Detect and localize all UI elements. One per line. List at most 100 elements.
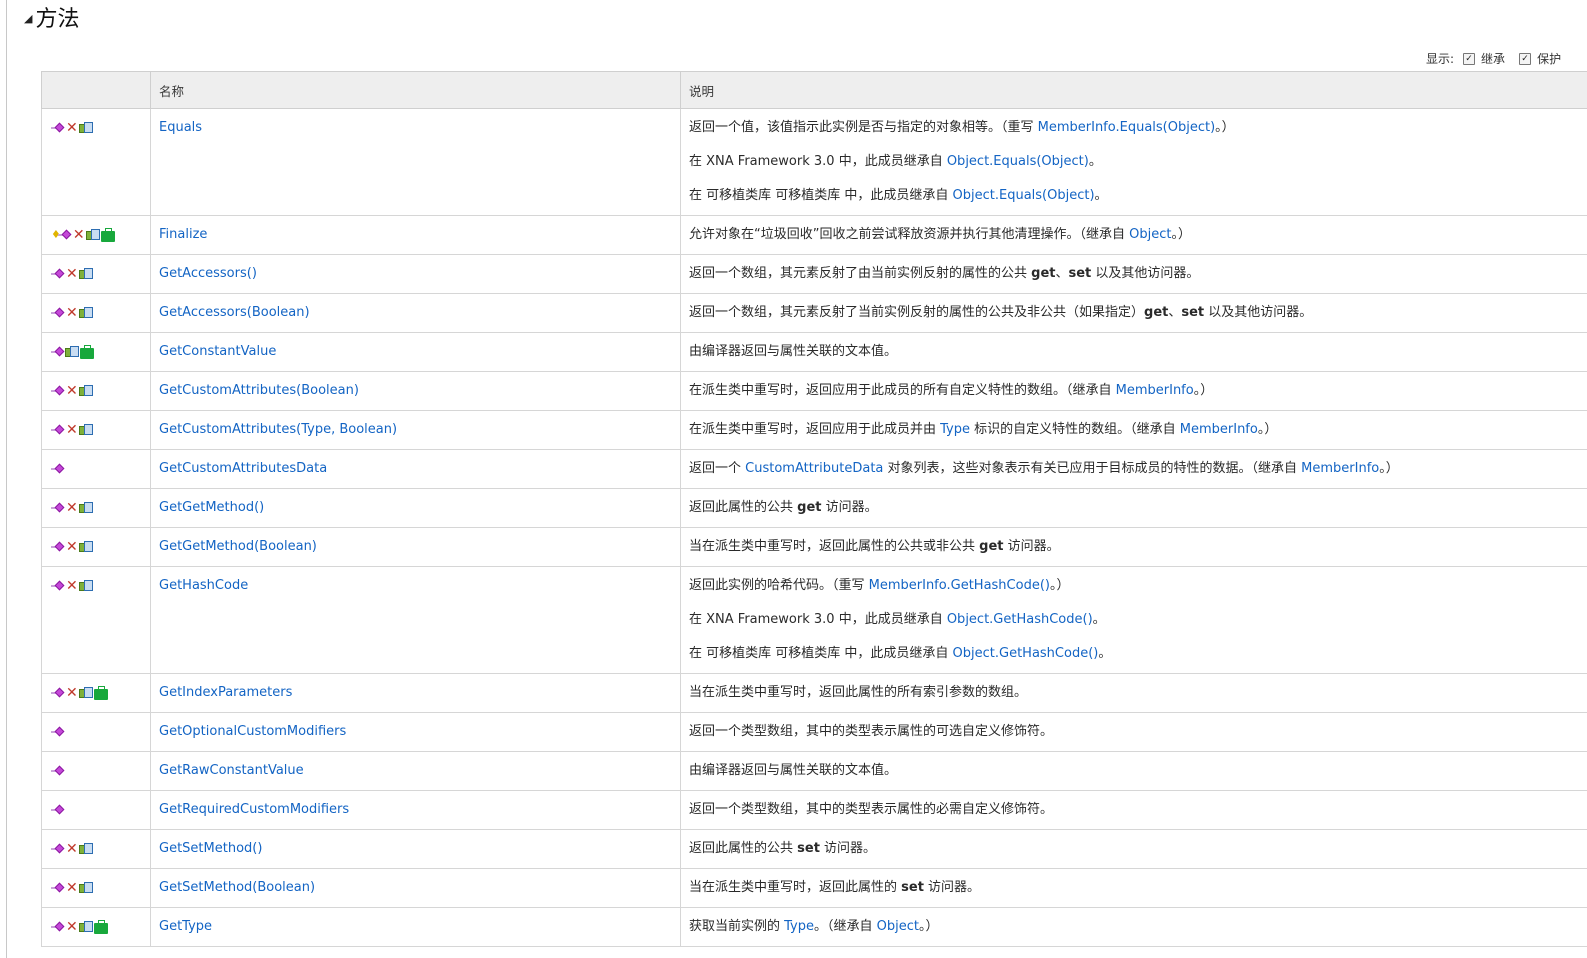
- description-link[interactable]: Object: [877, 919, 919, 934]
- description-text: 获取当前实例的: [689, 919, 785, 934]
- description-text: 。: [1094, 188, 1108, 203]
- description-link[interactable]: MemberInfo.Equals(Object): [1038, 120, 1216, 135]
- member-icons: ✕: [51, 265, 150, 283]
- member-description-cell: 返回一个数组，其元素反射了当前实例反射的属性的公共及非公共（如果指定）get、s…: [680, 293, 1587, 333]
- member-name-link[interactable]: GetAccessors(): [159, 266, 257, 281]
- member-description-cell: 返回此属性的公共 get 访问器。: [680, 488, 1587, 528]
- description-text: 。）: [1193, 383, 1214, 398]
- description-text: 当在派生类中重写时，返回此属性的: [689, 880, 902, 895]
- member-name-link[interactable]: GetHashCode: [159, 578, 248, 593]
- member-name-link[interactable]: GetType: [159, 919, 212, 934]
- description-paragraph: 在派生类中重写时，返回应用于此成员并由 Type 标识的自定义特性的数组。（继承…: [689, 421, 1587, 439]
- method-icon-group: [51, 424, 65, 436]
- member-icons-cell: ✕: [41, 371, 151, 411]
- compact-framework-x-icon: ✕: [66, 383, 78, 399]
- table-row: GetOptionalCustomModifiers 返回一个类型数组，其中的类型…: [41, 712, 1587, 752]
- filter-protected[interactable]: ✓ 保护: [1519, 50, 1561, 67]
- member-name-link[interactable]: GetSetMethod(): [159, 841, 262, 856]
- protected-checkbox[interactable]: ✓: [1519, 52, 1532, 65]
- description-link[interactable]: MemberInfo: [1301, 461, 1379, 476]
- member-name-link[interactable]: GetGetMethod(): [159, 500, 264, 515]
- method-icon-group: [51, 580, 65, 592]
- description-link[interactable]: Type: [940, 422, 970, 437]
- xna-framework-icon: [65, 346, 79, 358]
- member-name-link[interactable]: GetAccessors(Boolean): [159, 305, 310, 320]
- description-keyword: set: [1068, 266, 1092, 281]
- member-name-link[interactable]: Equals: [159, 120, 202, 135]
- member-name-link[interactable]: GetCustomAttributes(Boolean): [159, 383, 359, 398]
- method-icon-group: [51, 726, 65, 738]
- member-description-cell: 由编译器返回与属性关联的文本值。: [680, 751, 1587, 791]
- description-text: 访问器。: [821, 500, 878, 515]
- description-link[interactable]: Object.Equals(Object): [953, 188, 1095, 203]
- method-icon-group: [51, 921, 65, 933]
- description-text: 在 可移植类库 可移植类库 中，此成员继承自: [689, 646, 953, 661]
- description-text: 以及其他访问器。: [1204, 305, 1313, 320]
- member-name-cell: Finalize: [150, 215, 681, 255]
- description-paragraph: 返回一个值，该值指示此实例是否与指定的对象相等。（重写 MemberInfo.E…: [689, 119, 1587, 137]
- compact-framework-x-icon: ✕: [66, 919, 78, 935]
- description-text: 。）: [1379, 461, 1399, 476]
- member-name-cell: GetSetMethod(Boolean): [150, 868, 681, 908]
- inherited-checkbox[interactable]: ✓: [1463, 52, 1476, 65]
- description-keyword: get: [797, 500, 822, 515]
- member-icons: [51, 343, 150, 361]
- member-icons-cell: ✕: [41, 829, 151, 869]
- description-link[interactable]: MemberInfo: [1180, 422, 1258, 437]
- description-paragraph: 在 XNA Framework 3.0 中，此成员继承自 Object.GetH…: [689, 611, 1587, 629]
- description-link[interactable]: MemberInfo.GetHashCode(): [869, 578, 1050, 593]
- member-name-link[interactable]: GetRequiredCustomModifiers: [159, 802, 349, 817]
- protected-method-icon: [57, 229, 72, 241]
- member-name-link[interactable]: GetSetMethod(Boolean): [159, 880, 315, 895]
- member-icons: ✕: [51, 304, 150, 322]
- member-name-link[interactable]: GetRawConstantValue: [159, 763, 304, 778]
- member-name-link[interactable]: GetIndexParameters: [159, 685, 292, 700]
- public-method-icon: [51, 502, 65, 514]
- member-name-link[interactable]: GetCustomAttributesData: [159, 461, 327, 476]
- section-header-methods[interactable]: ◢ 方法: [24, 2, 79, 32]
- member-name-link[interactable]: GetGetMethod(Boolean): [159, 539, 317, 554]
- description-paragraph: 在 XNA Framework 3.0 中，此成员继承自 Object.Equa…: [689, 153, 1587, 171]
- description-link[interactable]: Object.Equals(Object): [947, 154, 1089, 169]
- description-paragraph: 在 可移植类库 可移植类库 中，此成员继承自 Object.GetHashCod…: [689, 645, 1587, 663]
- description-link[interactable]: Object.GetHashCode(): [953, 646, 1099, 661]
- method-icon-group: [51, 346, 65, 358]
- description-link[interactable]: Object.GetHashCode(): [947, 612, 1093, 627]
- member-name-link[interactable]: Finalize: [159, 227, 207, 242]
- description-text: 。）: [1049, 578, 1070, 593]
- description-text: 在派生类中重写时，返回应用于此成员并由: [689, 422, 941, 437]
- member-name-link[interactable]: GetConstantValue: [159, 344, 276, 359]
- member-icons-cell: ✕: [41, 488, 151, 528]
- member-icons: ✕: [51, 918, 150, 936]
- public-method-icon: [51, 804, 65, 816]
- member-description-cell: 允许对象在“垃圾回收”回收之前尝试释放资源并执行其他清理操作。（继承自 Obje…: [680, 215, 1587, 255]
- description-text: 在 XNA Framework 3.0 中，此成员继承自: [689, 612, 947, 627]
- description-paragraph: 允许对象在“垃圾回收”回收之前尝试释放资源并执行其他清理操作。（继承自 Obje…: [689, 226, 1587, 244]
- filter-inherited[interactable]: ✓ 继承: [1463, 50, 1505, 67]
- compact-framework-x-icon: ✕: [66, 422, 78, 438]
- table-row: ✕ GetHashCode 返回此实例的哈希代码。（重写 MemberInfo.Ge…: [41, 566, 1587, 674]
- member-name-cell: GetAccessors(): [150, 254, 681, 294]
- description-link[interactable]: MemberInfo: [1116, 383, 1194, 398]
- description-link[interactable]: CustomAttributeData: [745, 461, 883, 476]
- xna-framework-icon: [78, 424, 93, 436]
- collapse-arrow-icon[interactable]: ◢: [24, 12, 32, 25]
- xna-framework-icon: [78, 502, 93, 514]
- member-name-link[interactable]: GetCustomAttributes(Type, Boolean): [159, 422, 397, 437]
- column-header-name: 名称: [150, 71, 681, 109]
- description-link[interactable]: Object: [1129, 227, 1171, 242]
- methods-table-body: ✕ Equals 返回一个值，该值指示此实例是否与指定的对象相等。（重写 Membe…: [41, 108, 1587, 947]
- xna-framework-icon: [78, 580, 93, 592]
- description-text: 。）: [1257, 422, 1278, 437]
- compact-framework-x-icon: ✕: [66, 305, 78, 321]
- xna-framework-icon: [85, 229, 100, 241]
- compact-framework-x-icon: ✕: [66, 578, 78, 594]
- description-keyword: set: [901, 880, 924, 895]
- member-icons-cell: ✕: [41, 108, 151, 216]
- description-paragraph: 在派生类中重写时，返回应用于此成员的所有自定义特性的数组。（继承自 Member…: [689, 382, 1587, 400]
- member-icons: [51, 801, 150, 819]
- member-description-cell: 在派生类中重写时，返回应用于此成员并由 Type 标识的自定义特性的数组。（继承…: [680, 410, 1587, 450]
- method-icon-group: [51, 541, 65, 553]
- member-name-link[interactable]: GetOptionalCustomModifiers: [159, 724, 346, 739]
- description-link[interactable]: Type: [784, 919, 814, 934]
